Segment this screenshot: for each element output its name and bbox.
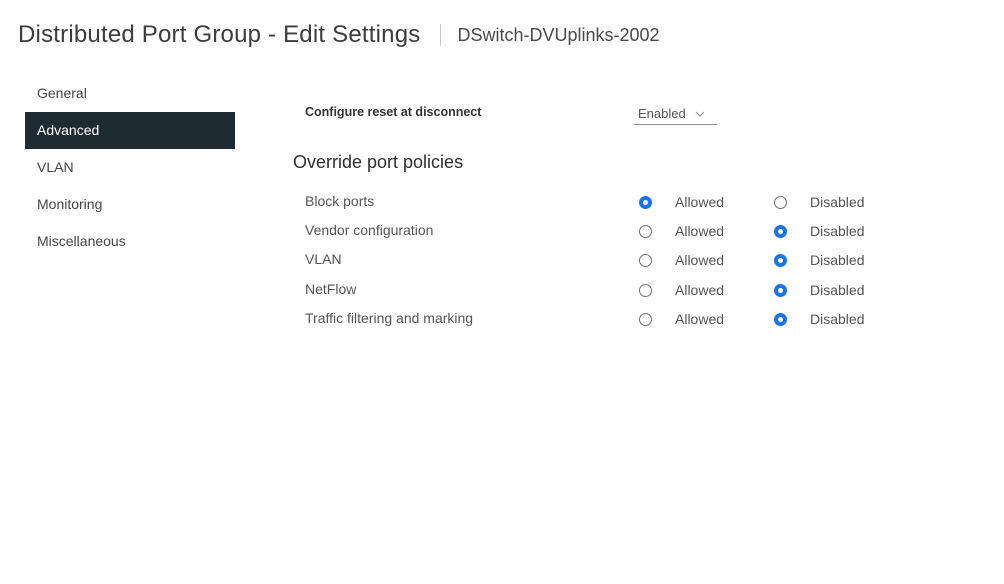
radio-button[interactable] [774, 253, 787, 267]
policy-row-traffic-filtering: Traffic filtering and marking Allowed Di… [293, 307, 933, 331]
radio-button[interactable] [774, 312, 787, 326]
radio-label: Disabled [810, 311, 865, 327]
vlan-disabled-option[interactable]: Disabled [774, 248, 864, 272]
policy-label: Traffic filtering and marking [305, 310, 474, 326]
policy-row-block-ports: Block ports Allowed Disabled [293, 190, 933, 214]
radio-label: Disabled [810, 252, 865, 268]
policy-label: Block ports [305, 193, 375, 209]
radio-label: Disabled [810, 223, 865, 239]
radio-label: Allowed [675, 223, 725, 239]
radio-button[interactable] [774, 283, 787, 297]
radio-button[interactable] [639, 283, 652, 297]
settings-nav: General Advanced VLAN Monitoring Miscell… [25, 75, 235, 260]
policy-row-vendor-configuration: Vendor configuration Allowed Disabled [293, 219, 933, 243]
radio-button[interactable] [639, 253, 652, 267]
policy-label: Vendor configuration [305, 222, 434, 238]
radio-button[interactable] [639, 195, 652, 209]
radio-label: Allowed [675, 311, 725, 327]
policy-label: VLAN [305, 251, 342, 267]
nav-item-monitoring[interactable]: Monitoring [25, 186, 235, 223]
nav-item-advanced[interactable]: Advanced [25, 112, 235, 149]
traffic-filtering-allowed-option[interactable]: Allowed [639, 307, 724, 331]
block-ports-disabled-option[interactable]: Disabled [774, 190, 864, 214]
radio-label: Allowed [675, 282, 725, 298]
radio-button[interactable] [639, 312, 652, 326]
radio-button[interactable] [774, 224, 787, 238]
radio-label: Allowed [675, 194, 725, 210]
vendor-configuration-disabled-option[interactable]: Disabled [774, 219, 864, 243]
nav-item-miscellaneous[interactable]: Miscellaneous [25, 223, 235, 260]
override-port-policies-heading: Override port policies [293, 152, 464, 172]
radio-label: Allowed [675, 252, 725, 268]
advanced-settings-panel: Configure reset at disconnect Enabled Ov… [293, 0, 933, 584]
block-ports-allowed-option[interactable]: Allowed [639, 190, 724, 214]
reset-at-disconnect-value: Enabled [638, 105, 686, 121]
vendor-configuration-allowed-option[interactable]: Allowed [639, 219, 724, 243]
reset-at-disconnect-label: Configure reset at disconnect [305, 105, 482, 119]
netflow-allowed-option[interactable]: Allowed [639, 278, 724, 302]
radio-button[interactable] [774, 195, 787, 209]
radio-label: Disabled [810, 282, 865, 298]
policy-row-netflow: NetFlow Allowed Disabled [293, 278, 933, 302]
radio-button[interactable] [639, 224, 652, 238]
policy-label: NetFlow [305, 281, 357, 297]
vlan-allowed-option[interactable]: Allowed [639, 248, 724, 272]
policy-row-vlan: VLAN Allowed Disabled [293, 248, 933, 272]
reset-at-disconnect-select[interactable]: Enabled [634, 102, 717, 125]
traffic-filtering-disabled-option[interactable]: Disabled [774, 307, 864, 331]
radio-label: Disabled [810, 194, 865, 210]
nav-item-general[interactable]: General [25, 75, 235, 112]
nav-item-vlan[interactable]: VLAN [25, 149, 235, 186]
netflow-disabled-option[interactable]: Disabled [774, 278, 864, 302]
chevron-down-icon [694, 107, 706, 119]
